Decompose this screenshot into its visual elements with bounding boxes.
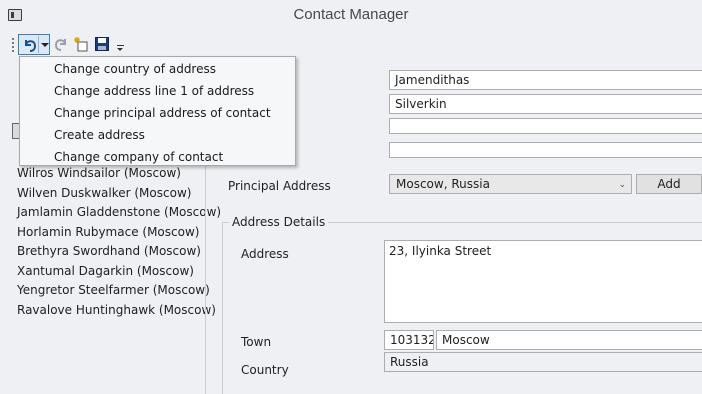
menu-item-change-country[interactable]: Change country of address: [20, 58, 295, 80]
undo-icon: [25, 40, 37, 52]
new-item-button[interactable]: [73, 36, 91, 54]
save-icon: [95, 37, 109, 51]
save-button[interactable]: [94, 36, 112, 54]
toolbar: [0, 31, 702, 57]
list-item[interactable]: Brethyra Swordhand (Moscow): [17, 242, 221, 262]
undo-dropdown-arrow-icon[interactable]: [41, 43, 49, 47]
undo-split-button[interactable]: [18, 34, 50, 55]
list-item[interactable]: Jamlamin Gladdenstone (Moscow): [17, 203, 221, 223]
country-field[interactable]: Russia: [384, 352, 702, 372]
menu-item-create-address[interactable]: Create address: [20, 124, 295, 146]
toolbar-overflow-icon[interactable]: [117, 45, 124, 52]
title-bar: Contact Manager: [0, 0, 702, 31]
town-label: Town: [241, 335, 272, 349]
list-item[interactable]: Horlamin Rubymace (Moscow): [17, 223, 221, 243]
undo-split-divider: [38, 36, 39, 53]
new-item-icon: [74, 37, 88, 52]
town-field[interactable]: Moscow: [436, 330, 702, 350]
last-name-field[interactable]: Silverkin: [389, 94, 702, 114]
address-details-title: Address Details: [229, 215, 329, 229]
list-item[interactable]: Xantumal Dagarkin (Moscow): [17, 262, 221, 282]
detail-field-4[interactable]: [389, 142, 702, 158]
redo-icon: [54, 39, 66, 51]
undo-history-menu: Change country of address Change address…: [19, 56, 296, 166]
redo-button[interactable]: [53, 36, 71, 54]
address-label: Address: [241, 247, 289, 261]
list-item[interactable]: Wilven Duskwalker (Moscow): [17, 184, 221, 204]
first-name-field[interactable]: Jamendithas: [389, 70, 702, 90]
principal-address-label: Principal Address: [228, 179, 331, 193]
menu-item-change-address-line1[interactable]: Change address line 1 of address: [20, 80, 295, 102]
menu-item-change-company[interactable]: Change company of contact: [20, 146, 295, 168]
principal-address-value: Moscow, Russia: [396, 177, 490, 191]
contact-list: Wilros Windsailor (Moscow) Wilven Duskwa…: [17, 164, 221, 320]
menu-item-change-principal-address[interactable]: Change principal address of contact: [20, 102, 295, 124]
principal-address-select[interactable]: Moscow, Russia ⌄: [389, 174, 632, 194]
postcode-field[interactable]: 103132: [384, 330, 434, 350]
country-label: Country: [241, 363, 289, 377]
chevron-down-icon: ⌄: [618, 180, 626, 190]
list-item[interactable]: Yengretor Steelfarmer (Moscow): [17, 281, 221, 301]
detail-field-3[interactable]: [389, 118, 702, 134]
list-item[interactable]: Ravalove Huntinghawk (Moscow): [17, 301, 221, 321]
address-textarea[interactable]: 23, Ilyinka Street: [384, 240, 702, 323]
add-address-button[interactable]: Add: [636, 174, 702, 194]
window-title: Contact Manager: [293, 6, 409, 23]
toolbar-grip[interactable]: [12, 38, 14, 52]
